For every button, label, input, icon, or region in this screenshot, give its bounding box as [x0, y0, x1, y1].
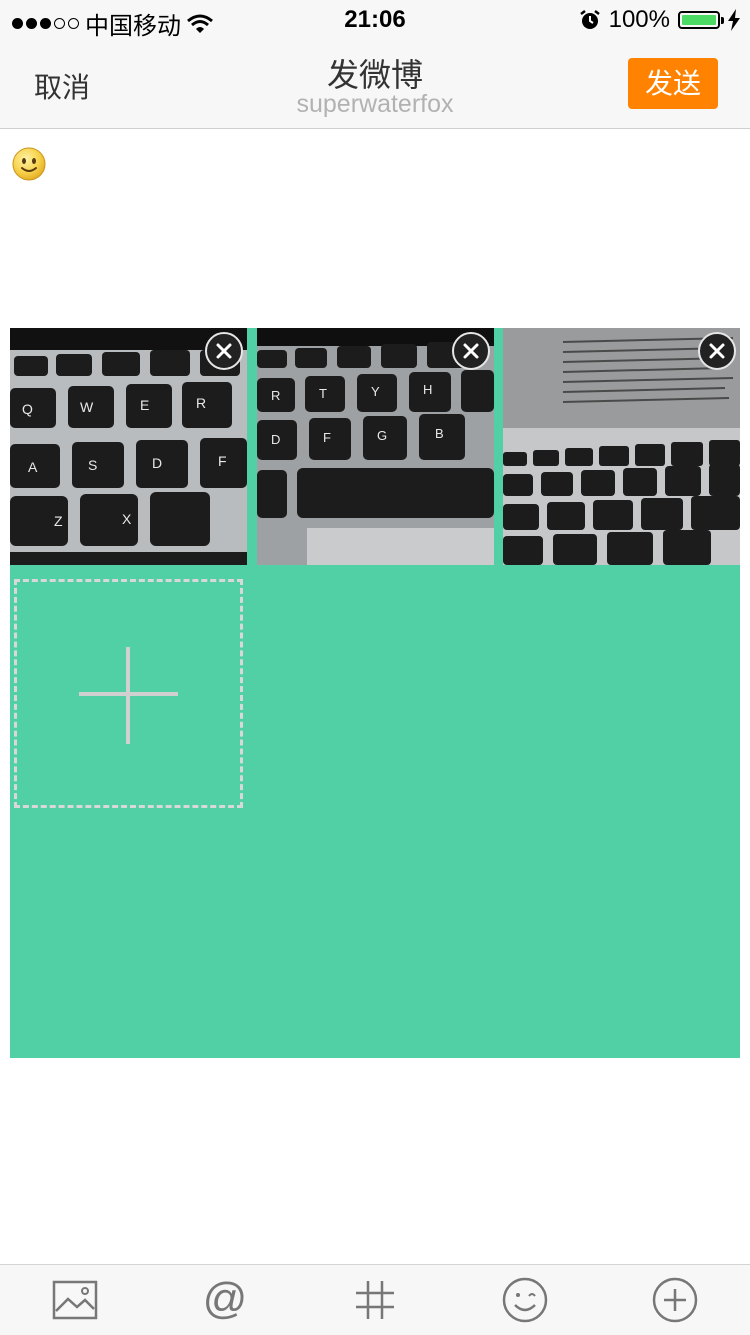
add-circle-icon — [652, 1277, 698, 1323]
toolbar-mention-button[interactable]: @ — [200, 1274, 250, 1325]
nav-bar: 取消 发微博 superwaterfox 发送 — [0, 40, 750, 129]
svg-text:R: R — [196, 395, 206, 411]
svg-text:X: X — [122, 511, 132, 527]
close-icon — [709, 343, 725, 359]
svg-text:F: F — [323, 430, 331, 445]
remove-photo-button[interactable] — [452, 332, 490, 370]
emoji-icon — [502, 1277, 548, 1323]
svg-text:W: W — [80, 399, 94, 415]
hashtag-icon — [356, 1281, 394, 1319]
close-icon — [216, 343, 232, 359]
photo-thumbnail-1[interactable]: Q W E R A S D F Z X — [10, 328, 247, 565]
svg-text:B: B — [435, 426, 444, 441]
svg-text:E: E — [140, 397, 149, 413]
close-icon — [463, 343, 479, 359]
status-right: 100% — [579, 6, 740, 34]
svg-text:F: F — [218, 453, 227, 469]
image-icon — [52, 1280, 98, 1320]
svg-text:G: G — [377, 428, 387, 443]
remove-photo-button[interactable] — [698, 332, 736, 370]
svg-text:R: R — [271, 388, 280, 403]
battery-percent: 100% — [608, 6, 670, 33]
svg-text:D: D — [152, 455, 162, 471]
toolbar-topic-button[interactable] — [350, 1275, 400, 1325]
compose-text-input[interactable] — [0, 130, 750, 320]
svg-text:T: T — [319, 386, 327, 401]
toolbar-emoji-button[interactable] — [500, 1275, 550, 1325]
svg-text:Q: Q — [22, 401, 33, 417]
photo-thumbnail-3[interactable] — [503, 328, 740, 565]
svg-text:Y: Y — [371, 384, 380, 399]
at-icon: @ — [203, 1274, 248, 1323]
add-photo-button[interactable] — [14, 579, 243, 808]
battery-icon — [678, 11, 724, 29]
alarm-icon — [579, 10, 600, 29]
svg-text:D: D — [271, 432, 280, 447]
status-bar: 中国移动 21:06 100% — [0, 0, 750, 40]
photo-grid: Q W E R A S D F Z X R T Y H D F G B — [10, 328, 740, 1058]
svg-text:@: @ — [203, 1275, 248, 1323]
send-button[interactable]: 发送 — [628, 58, 718, 109]
photo-thumbnail-2[interactable]: R T Y H D F G B — [257, 328, 494, 565]
smiley-emoji-icon — [12, 147, 46, 181]
svg-text:A: A — [28, 459, 38, 475]
svg-text:Z: Z — [54, 513, 63, 529]
plus-icon — [79, 647, 178, 744]
charging-icon — [728, 9, 740, 31]
remove-photo-button[interactable] — [205, 332, 243, 370]
toolbar-image-button[interactable] — [50, 1275, 100, 1325]
svg-text:H: H — [423, 382, 432, 397]
compose-toolbar: @ — [0, 1264, 750, 1335]
svg-text:S: S — [88, 457, 97, 473]
toolbar-more-button[interactable] — [650, 1275, 700, 1325]
